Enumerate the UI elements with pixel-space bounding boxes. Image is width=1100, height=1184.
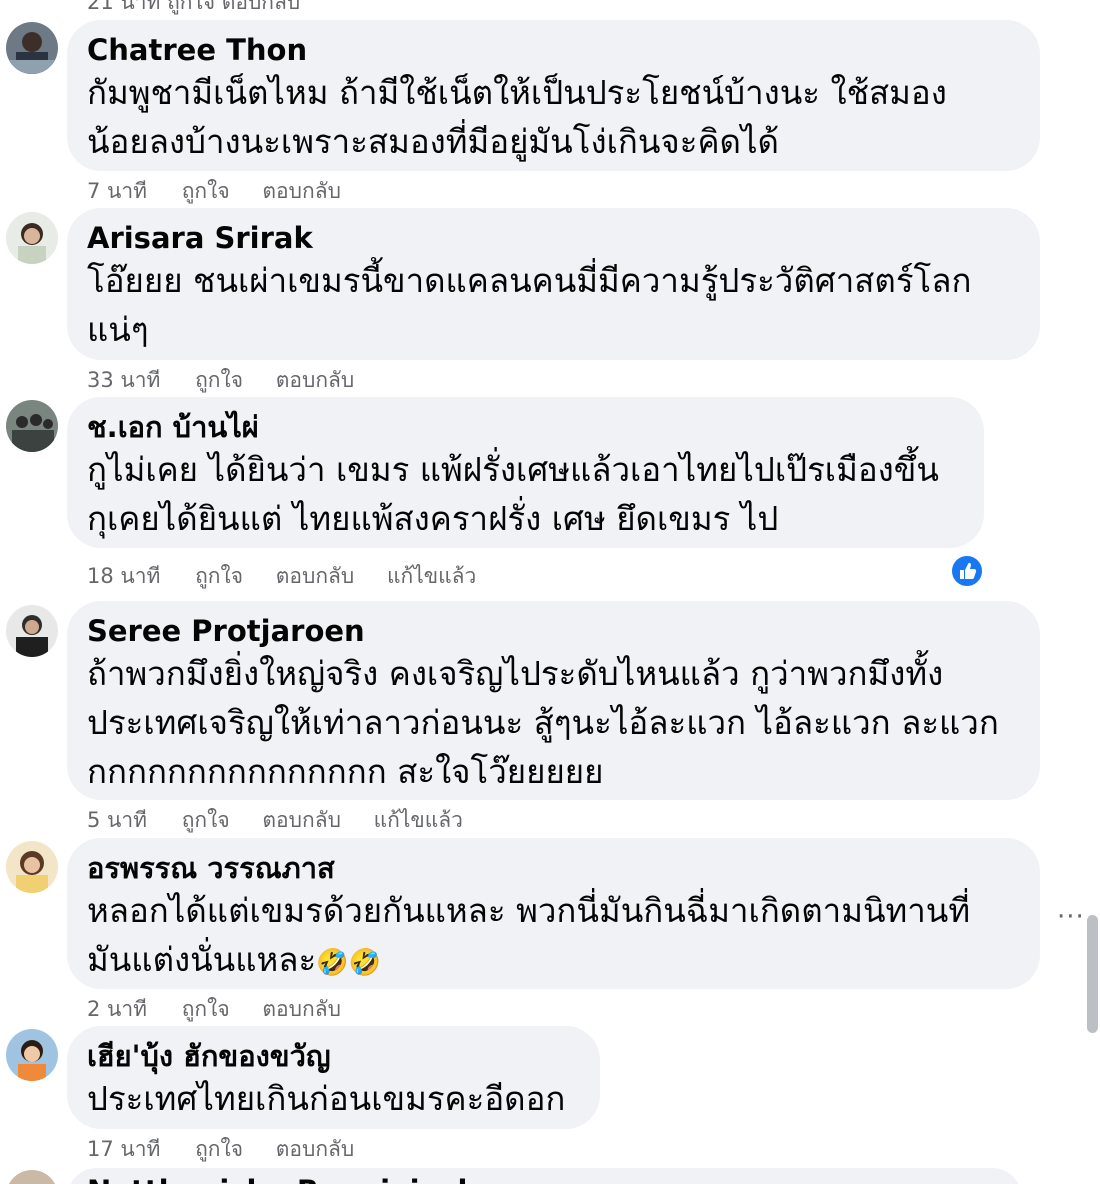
- like-button[interactable]: ถูกใจ: [195, 368, 243, 392]
- more-horizontal-icon[interactable]: ···: [1057, 902, 1085, 932]
- comment-bubble[interactable]: อรพรรณ วรรณภาส หลอกได้แต่เขมรด้วยกันแหละ…: [67, 838, 1040, 989]
- comment-time[interactable]: 5 นาที: [87, 808, 147, 832]
- reply-button[interactable]: ตอบกลับ: [276, 1137, 355, 1161]
- comment-bubble[interactable]: Arisara Srirak โอ๊ยยย ชนเผ่าเขมรนี้ขาดแค…: [67, 208, 1040, 360]
- comment-time[interactable]: 7 นาที: [87, 179, 147, 203]
- comment-author[interactable]: Natthanicha Ruenjaisuk: [87, 1174, 477, 1184]
- comment-time[interactable]: 17 นาที: [87, 1137, 160, 1161]
- reply-button[interactable]: ตอบกลับ: [262, 808, 341, 832]
- comment-text: ประเทศไทยเกินก่อนเขมรคะอีดอก: [87, 1079, 566, 1118]
- like-button[interactable]: ถูกใจ: [195, 1137, 243, 1161]
- reply-button[interactable]: ตอบกลับ: [262, 997, 341, 1021]
- comment-bubble[interactable]: ช.เอก บ้านไผ่ กูไม่เคย ได้ยินว่า เขมร แพ…: [67, 397, 984, 548]
- avatar[interactable]: [6, 605, 58, 657]
- comment-text-content: หลอกได้แต่เขมรด้วยกันแหละ พวกนี่มันกินฉี…: [87, 891, 971, 979]
- comment-author[interactable]: Seree Protjaroen: [87, 613, 1020, 649]
- comment-actions: 2 นาที ถูกใจ ตอบกลับ: [87, 993, 367, 1026]
- comment-actions: 33 นาที ถูกใจ ตอบกลับ: [87, 364, 380, 397]
- reply-button[interactable]: ตอบกลับ: [276, 564, 355, 588]
- like-button[interactable]: ถูกใจ: [195, 564, 243, 588]
- comment-bubble[interactable]: Chatree Thon กัมพูชามีเน็ตไหม ถ้ามีใช้เน…: [67, 20, 1040, 171]
- comment-time[interactable]: 2 นาที: [87, 997, 147, 1021]
- comment-author[interactable]: เฮีย'บุ้ง ฮักของขวัญ: [87, 1038, 580, 1074]
- comment-time[interactable]: 18 นาที: [87, 564, 160, 588]
- reply-button[interactable]: ตอบกลับ: [276, 368, 355, 392]
- comment-actions: 5 นาที ถูกใจ ตอบกลับ แก้ไขแล้ว: [87, 804, 489, 837]
- comment-author[interactable]: ช.เอก บ้านไผ่: [87, 409, 964, 445]
- comment-actions: 18 นาที ถูกใจ ตอบกลับ แก้ไขแล้ว: [87, 560, 502, 593]
- comment-actions: 7 นาที ถูกใจ ตอบกลับ: [87, 175, 367, 208]
- like-button[interactable]: ถูกใจ: [182, 808, 230, 832]
- rofl-emoji: 🤣🤣: [316, 948, 381, 978]
- comment-author[interactable]: Arisara Srirak: [87, 220, 1020, 256]
- edited-label: แก้ไขแล้ว: [386, 564, 477, 588]
- comment-text: หลอกได้แต่เขมรด้วยกันแหละ พวกนี่มันกินฉี…: [87, 886, 1020, 988]
- comment-text: ถ้าพวกมึงยิ่งใหญ่จริง คงเจริญไประดับไหนแ…: [87, 654, 999, 791]
- comment-actions: 17 นาที ถูกใจ ตอบกลับ: [87, 1133, 380, 1166]
- avatar[interactable]: [6, 1170, 58, 1184]
- scrollbar-thumb[interactable]: [1087, 915, 1098, 1033]
- comment-text: กัมพูชามีเน็ตไหม ถ้ามีใช้เน็ตให้เป็นประโ…: [87, 73, 947, 161]
- comment-text: กูไม่เคย ได้ยินว่า เขมร แพ้ฝรั่งเศษแล้วเ…: [87, 450, 939, 538]
- like-button[interactable]: ถูกใจ: [182, 997, 230, 1021]
- comment-time[interactable]: 33 นาที: [87, 368, 160, 392]
- like-button[interactable]: ถูกใจ: [182, 179, 230, 203]
- avatar[interactable]: [6, 841, 58, 893]
- comment-author[interactable]: Chatree Thon: [87, 32, 1020, 68]
- like-reaction-icon[interactable]: [950, 554, 984, 588]
- avatar[interactable]: [6, 22, 58, 74]
- avatar[interactable]: [6, 212, 58, 264]
- comments-page: 21 นาที ถูกใจ ตอบกลับ Chatree Thon กัมพู…: [0, 0, 1100, 1184]
- reply-button[interactable]: ตอบกลับ: [262, 179, 341, 203]
- comment-author[interactable]: อรพรรณ วรรณภาส: [87, 850, 1020, 886]
- partial-comment-actions: 21 นาที ถูกใจ ตอบกลับ: [87, 0, 301, 14]
- comment-bubble[interactable]: Seree Protjaroen ถ้าพวกมึงยิ่งใหญ่จริง ค…: [67, 601, 1040, 800]
- avatar[interactable]: [6, 1029, 58, 1081]
- comment-bubble[interactable]: เฮีย'บุ้ง ฮักของขวัญ ประเทศไทยเกินก่อนเข…: [67, 1026, 600, 1129]
- edited-label: แก้ไขแล้ว: [373, 808, 463, 832]
- comment-text: โอ๊ยยย ชนเผ่าเขมรนี้ขาดแคลนคนมี่มีความรู…: [87, 261, 972, 349]
- avatar[interactable]: [6, 400, 58, 452]
